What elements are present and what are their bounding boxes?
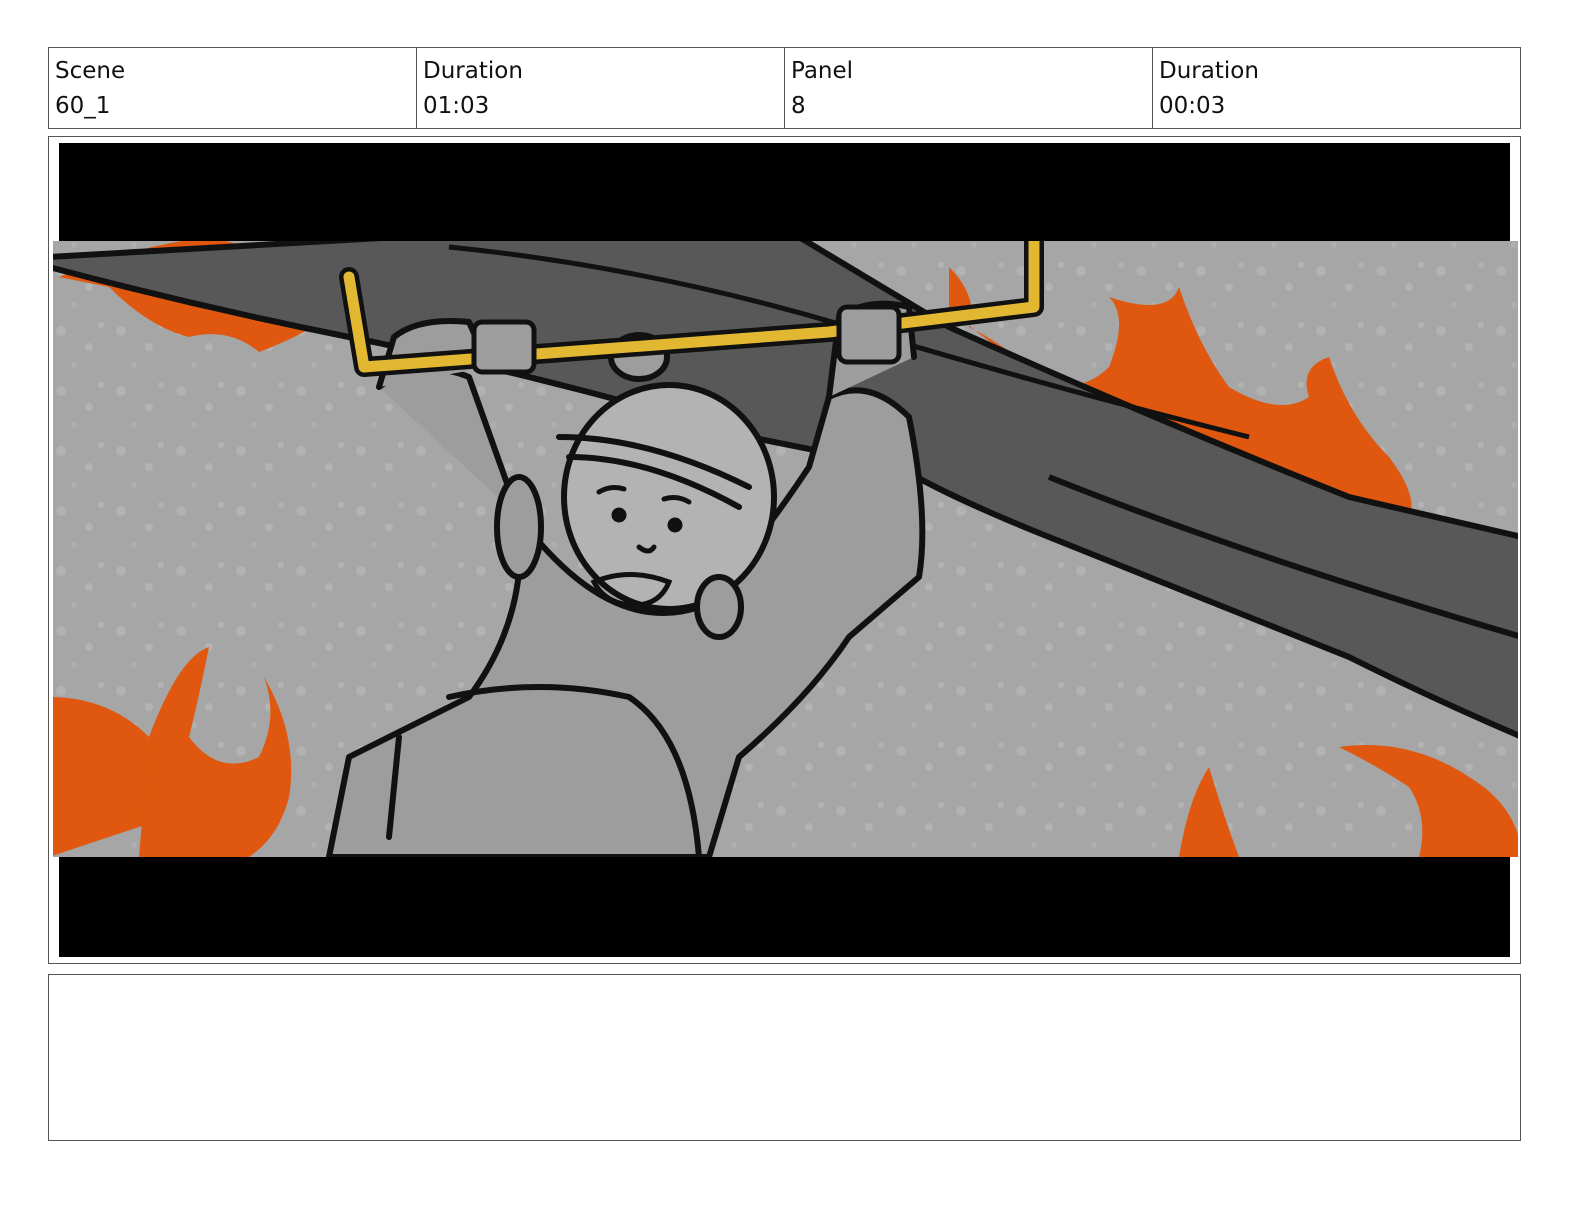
letterbox-bottom [59, 857, 1510, 957]
storyboard-panel-frame [48, 136, 1521, 964]
panel-value: 8 [791, 93, 806, 119]
panel-notes[interactable] [48, 974, 1521, 1141]
panel-duration-value: 00:03 [1159, 93, 1226, 119]
scene-duration-value: 01:03 [423, 93, 490, 119]
scene-cell: Scene 60_1 [49, 48, 417, 128]
panel-label: Panel [791, 58, 854, 84]
scene-duration-label: Duration [423, 58, 523, 84]
scene-duration-cell: Duration 01:03 [417, 48, 785, 128]
panel-cell: Panel 8 [785, 48, 1153, 128]
panel-info-header: Scene 60_1 Duration 01:03 Panel 8 Durati… [48, 47, 1521, 129]
panel-duration-label: Duration [1159, 58, 1259, 84]
panel-duration-cell: Duration 00:03 [1153, 48, 1520, 128]
scene-value: 60_1 [55, 93, 111, 119]
scene-label: Scene [55, 58, 126, 84]
letterbox-top [59, 143, 1510, 241]
storyboard-drawing [53, 143, 1518, 957]
